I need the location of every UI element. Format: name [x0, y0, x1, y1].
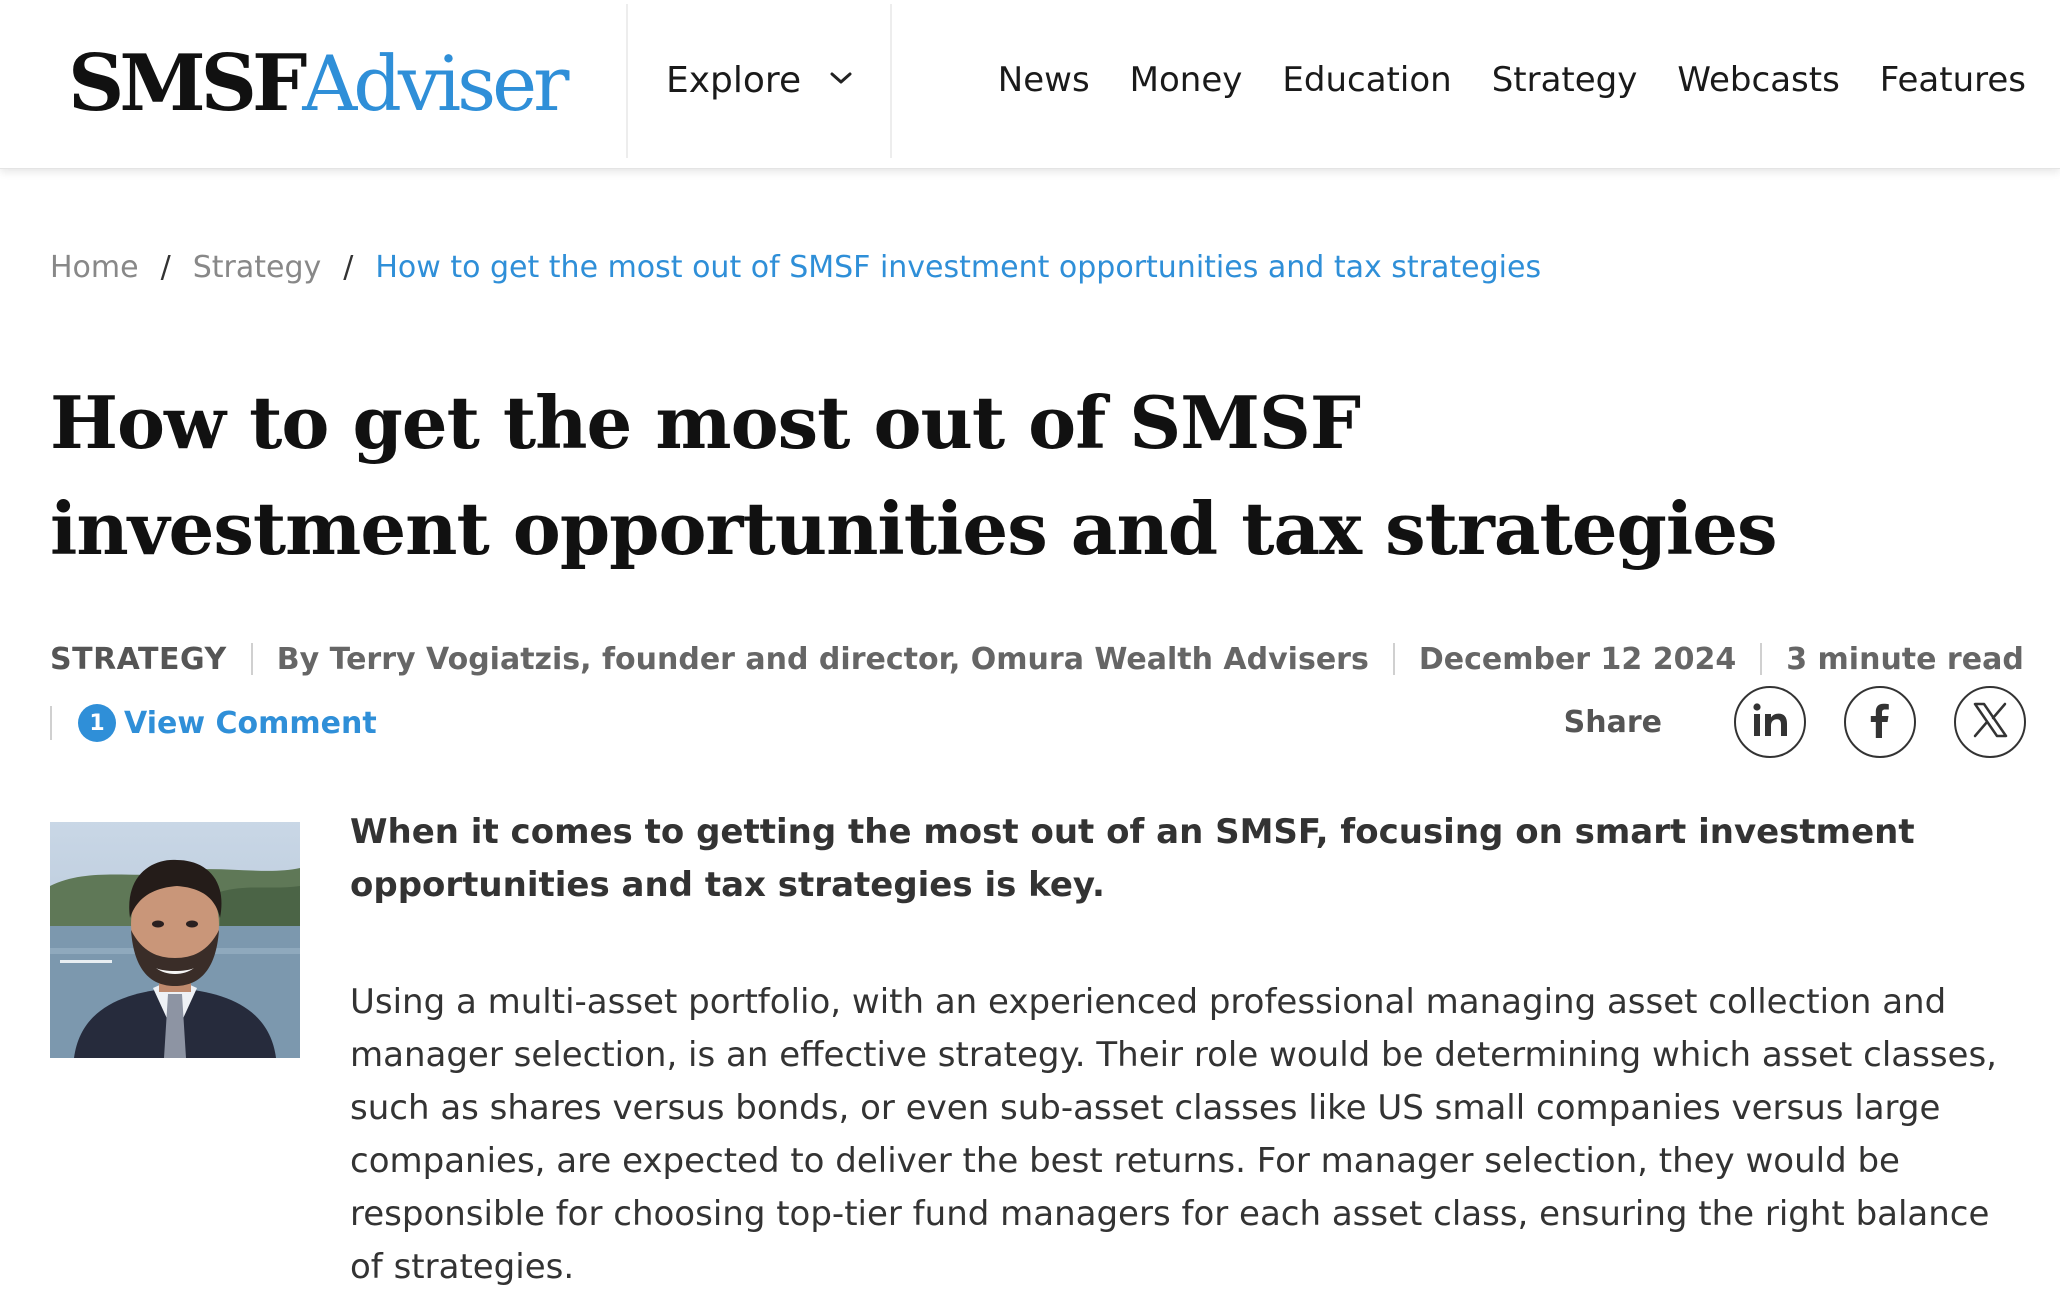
nav-item-features[interactable]: Features [1880, 60, 2026, 100]
breadcrumb-current[interactable]: How to get the most out of SMSF investme… [375, 250, 1541, 285]
header-divider [626, 4, 628, 158]
meta-divider [1760, 643, 1763, 675]
x-icon [1970, 700, 2010, 744]
breadcrumb-strategy[interactable]: Strategy [193, 250, 322, 285]
nav-item-news[interactable]: News [998, 60, 1090, 100]
article-meta: STRATEGY By Terry Vogiatzis, founder and… [50, 636, 2024, 682]
share-bar: Share [1564, 684, 2026, 760]
nav-item-money[interactable]: Money [1130, 60, 1243, 100]
nav-item-strategy[interactable]: Strategy [1492, 60, 1638, 100]
nav-item-education[interactable]: Education [1282, 60, 1451, 100]
article-body-paragraph: Using a multi-asset portfolio, with an e… [350, 982, 1997, 1287]
article-category[interactable]: STRATEGY [50, 642, 227, 677]
logo-smsf: SMSF [68, 38, 307, 129]
main-nav: News Money Education Strategy Webcasts F… [998, 48, 2026, 112]
header-divider [890, 4, 892, 158]
article-date: December 12 2024 [1418, 641, 1737, 677]
comment-count-badge: 1 [78, 704, 116, 742]
breadcrumb: Home / Strategy / How to get the most ou… [50, 250, 1541, 285]
article-byline: By Terry Vogiatzis, founder and director… [276, 641, 1369, 677]
linkedin-icon [1750, 700, 1790, 744]
logo-adviser: Adviser [302, 39, 569, 128]
breadcrumb-home[interactable]: Home [50, 250, 139, 285]
facebook-share-button[interactable] [1844, 686, 1916, 758]
x-share-button[interactable] [1954, 686, 2026, 758]
article-lead: When it comes to getting the most out of… [350, 812, 1915, 905]
meta-divider [50, 706, 52, 740]
explore-menu-button[interactable]: Explore [666, 48, 853, 112]
linkedin-share-button[interactable] [1734, 686, 1806, 758]
breadcrumb-separator: / [343, 250, 354, 285]
chevron-down-icon [829, 70, 853, 90]
nav-item-webcasts[interactable]: Webcasts [1677, 60, 1839, 100]
author-photo [50, 822, 300, 1058]
share-label: Share [1563, 704, 1662, 740]
meta-divider [1392, 643, 1395, 675]
breadcrumb-separator: / [160, 250, 171, 285]
meta-divider [250, 643, 253, 675]
article-title: How to get the most out of SMSF investme… [50, 380, 1778, 571]
article-read-time: 3 minute read [1786, 641, 2024, 677]
explore-label: Explore [666, 59, 802, 101]
view-comment-label[interactable]: View Comment [124, 706, 377, 741]
facebook-icon [1862, 700, 1898, 744]
site-logo[interactable]: SMSFAdviser [68, 36, 569, 132]
view-comment-link[interactable]: 1 View Comment [50, 700, 377, 746]
site-header: SMSFAdviser Explore News Money Education… [0, 0, 2060, 169]
